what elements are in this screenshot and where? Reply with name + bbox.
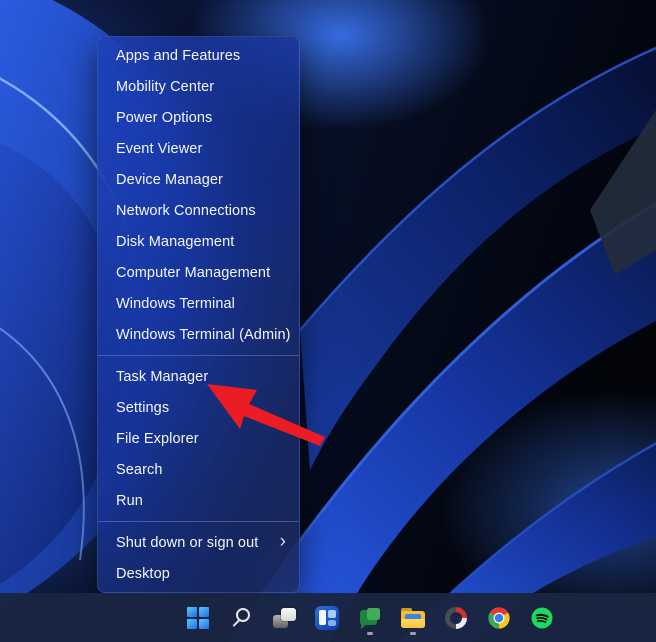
- menu-item-label: Disk Management: [116, 234, 286, 250]
- menu-item-label: Mobility Center: [116, 79, 286, 95]
- menu-item-device-manager[interactable]: Device Manager: [98, 164, 299, 195]
- menu-separator: [98, 521, 299, 522]
- google-chat-icon: [359, 607, 381, 629]
- widgets-icon: [315, 606, 339, 630]
- menu-item-label: Windows Terminal (Admin): [116, 327, 291, 343]
- menu-item-label: File Explorer: [116, 431, 286, 447]
- menu-item-power-options[interactable]: Power Options: [98, 102, 299, 133]
- menu-item-mobility-center[interactable]: Mobility Center: [98, 71, 299, 102]
- menu-item-windows-terminal-admin[interactable]: Windows Terminal (Admin): [98, 319, 299, 350]
- taskbar-search-button[interactable]: [221, 598, 261, 638]
- menu-item-label: Shut down or sign out: [116, 535, 280, 551]
- menu-item-file-explorer[interactable]: File Explorer: [98, 423, 299, 454]
- desktop: Apps and Features Mobility Center Power …: [0, 0, 656, 642]
- menu-item-label: Device Manager: [116, 172, 286, 188]
- menu-item-label: Search: [116, 462, 286, 478]
- taskbar-file-explorer-button[interactable]: [393, 598, 433, 638]
- menu-item-label: Windows Terminal: [116, 296, 286, 312]
- menu-item-computer-management[interactable]: Computer Management: [98, 257, 299, 288]
- menu-item-search[interactable]: Search: [98, 454, 299, 485]
- chrome-icon: [487, 606, 511, 630]
- menu-item-label: Power Options: [116, 110, 286, 126]
- menu-item-shut-down-or-sign-out[interactable]: Shut down or sign out ›: [98, 527, 299, 558]
- ring-browser-icon: [444, 606, 468, 630]
- menu-item-settings[interactable]: Settings: [98, 392, 299, 423]
- menu-item-label: Run: [116, 493, 286, 509]
- windows-start-icon: [187, 607, 209, 629]
- menu-item-label: Desktop: [116, 566, 286, 582]
- menu-item-windows-terminal[interactable]: Windows Terminal: [98, 288, 299, 319]
- search-icon: [230, 607, 252, 629]
- taskbar-start-button[interactable]: [178, 598, 218, 638]
- menu-item-run[interactable]: Run: [98, 485, 299, 516]
- taskbar: [0, 593, 656, 642]
- menu-item-task-manager[interactable]: Task Manager: [98, 361, 299, 392]
- running-indicator: [367, 632, 373, 635]
- menu-item-label: Task Manager: [116, 369, 286, 385]
- taskbar-spotify-button[interactable]: [522, 598, 562, 638]
- running-indicator: [410, 632, 416, 635]
- menu-item-network-connections[interactable]: Network Connections: [98, 195, 299, 226]
- menu-item-disk-management[interactable]: Disk Management: [98, 226, 299, 257]
- menu-item-label: Network Connections: [116, 203, 286, 219]
- menu-item-apps-and-features[interactable]: Apps and Features: [98, 40, 299, 71]
- menu-item-label: Apps and Features: [116, 48, 286, 64]
- menu-item-label: Computer Management: [116, 265, 286, 281]
- taskbar-ring-browser-button[interactable]: [436, 598, 476, 638]
- taskbar-widgets-button[interactable]: [307, 598, 347, 638]
- menu-item-label: Settings: [116, 400, 286, 416]
- task-view-icon: [273, 608, 296, 628]
- menu-item-label: Event Viewer: [116, 141, 286, 157]
- menu-separator: [98, 355, 299, 356]
- taskbar-chrome-button[interactable]: [479, 598, 519, 638]
- menu-item-desktop[interactable]: Desktop: [98, 558, 299, 589]
- taskbar-chat-button[interactable]: [350, 598, 390, 638]
- file-explorer-icon: [400, 607, 426, 629]
- taskbar-task-view-button[interactable]: [264, 598, 304, 638]
- winx-context-menu: Apps and Features Mobility Center Power …: [97, 36, 300, 593]
- spotify-icon: [530, 606, 554, 630]
- menu-item-event-viewer[interactable]: Event Viewer: [98, 133, 299, 164]
- chevron-right-icon: ›: [280, 532, 286, 551]
